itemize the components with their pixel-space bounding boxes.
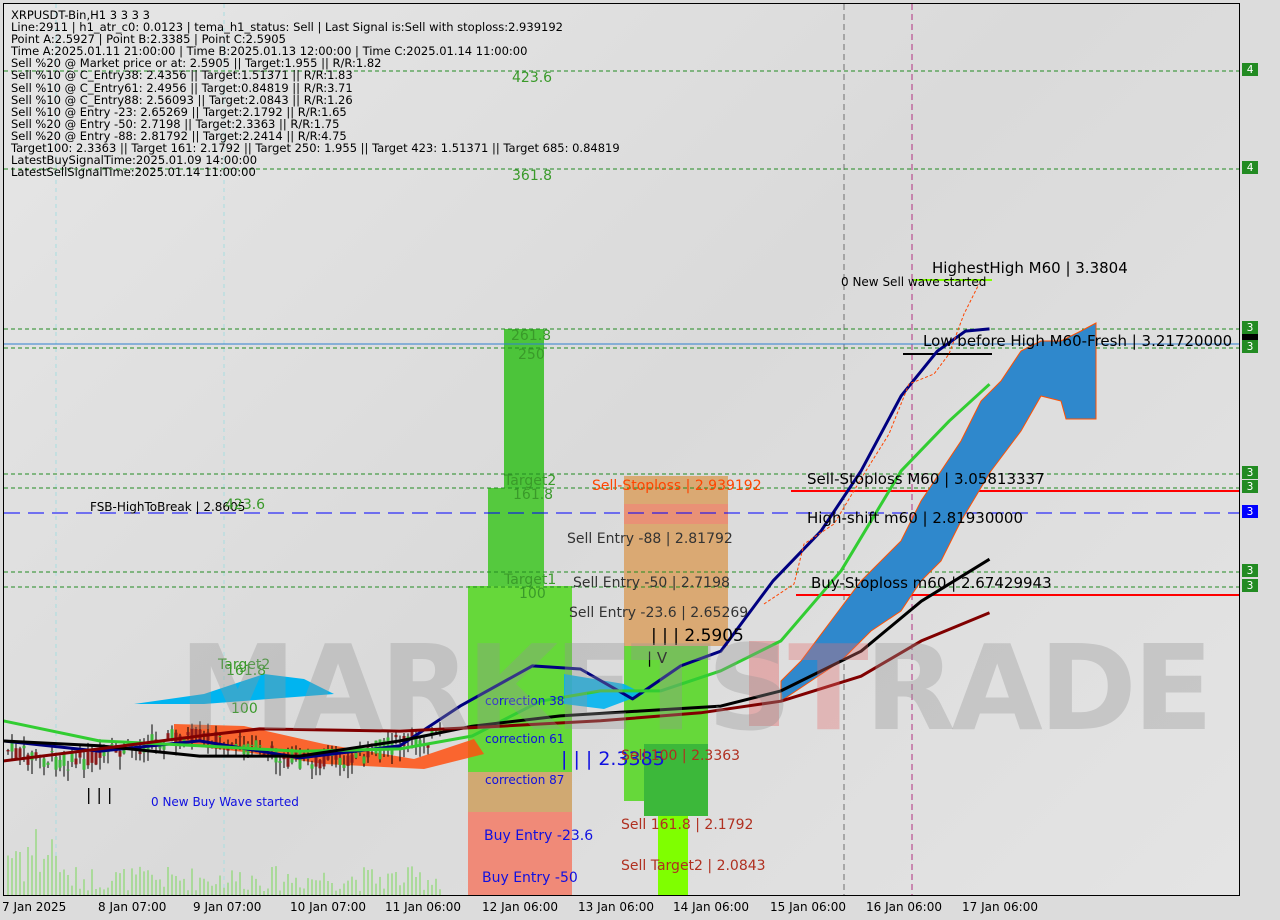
fib-label: 250 bbox=[518, 347, 545, 363]
high-shift-m60-label: High-shift m60 | 2.81930000 bbox=[807, 509, 1023, 527]
candle-body bbox=[278, 760, 282, 763]
candle-body bbox=[18, 748, 22, 758]
new-sell-wave-label: 0 New Sell wave started bbox=[841, 275, 987, 289]
candle-body bbox=[338, 757, 342, 765]
time-axis-label: 11 Jan 06:00 bbox=[385, 900, 461, 914]
time-axis-label: 10 Jan 07:00 bbox=[290, 900, 366, 914]
price-axis-label: 3 bbox=[1242, 480, 1258, 493]
sell-stoploss-m60-label: Sell-Stoploss M60 | 3.05813337 bbox=[807, 470, 1045, 488]
time-axis-label: 17 Jan 06:00 bbox=[962, 900, 1038, 914]
info-panel: XRPUSDT-Bin,H1 3 3 3 3 Line:2911 | h1_at… bbox=[11, 9, 620, 178]
candle-body bbox=[118, 750, 122, 757]
fib-label: Target1 bbox=[504, 572, 557, 588]
sell-entry-23-label: Sell Entry -23.6 | 2.65269 bbox=[569, 605, 749, 621]
sell-entry-50-label: Sell Entry -50 | 2.7198 bbox=[573, 575, 730, 591]
info-line: Sell %10 @ C_Entry88: 2.56093 || Target:… bbox=[11, 92, 353, 107]
buy-entry-23-label: Buy Entry -23.6 bbox=[484, 828, 594, 844]
candle-body bbox=[342, 764, 346, 768]
new-buy-wave-label: 0 New Buy Wave started bbox=[151, 795, 299, 809]
candle-body bbox=[322, 755, 326, 767]
time-axis-label: 8 Jan 07:00 bbox=[98, 900, 167, 914]
candle-body bbox=[58, 759, 62, 768]
fib-label: 161.8 bbox=[513, 487, 554, 503]
candle-body bbox=[86, 751, 90, 766]
info-line: Sell %10 @ C_Entry38: 2.4356 || Target:1… bbox=[11, 68, 353, 83]
candle-body bbox=[66, 769, 70, 771]
candle-body bbox=[310, 764, 314, 769]
wave-iii-label: | | | bbox=[86, 785, 113, 804]
candle-body bbox=[170, 729, 174, 739]
candle-body bbox=[150, 734, 154, 742]
candle-body bbox=[42, 758, 46, 767]
price-axis-label: 3 bbox=[1242, 466, 1258, 479]
candle-body bbox=[50, 751, 54, 753]
correction-87-label: correction 87 bbox=[485, 773, 565, 787]
time-axis-label: 7 Jan 2025 bbox=[2, 900, 67, 914]
candle-body bbox=[26, 754, 30, 765]
candle-body bbox=[62, 753, 66, 766]
buy-entry-50-label: Buy Entry -50 bbox=[482, 870, 578, 886]
price-axis-label: 3 bbox=[1242, 321, 1258, 334]
candle-body bbox=[14, 748, 18, 759]
price-axis-label: 4 bbox=[1242, 63, 1258, 76]
candle-body bbox=[46, 762, 50, 765]
time-axis-label: 13 Jan 06:00 bbox=[578, 900, 654, 914]
sell-entry-88-label: Sell Entry -88 | 2.81792 bbox=[567, 531, 733, 547]
fib-label: 261.8 bbox=[511, 328, 552, 344]
time-axis-label: 9 Jan 07:00 bbox=[193, 900, 262, 914]
candle-body bbox=[22, 745, 26, 749]
low-before-high-label: Low before High M60-Fresh | 3.21720000 bbox=[923, 332, 1233, 350]
candle-body bbox=[362, 756, 366, 764]
price-axis-label: 3 bbox=[1242, 505, 1258, 518]
sell-stoploss-label: Sell-Stoploss | 2.939192 bbox=[592, 478, 762, 494]
price-axis-label: 3 bbox=[1242, 340, 1258, 353]
candle-body bbox=[74, 758, 78, 765]
candle-body bbox=[314, 756, 318, 767]
fib-label: Target2 bbox=[504, 473, 557, 489]
price-chart[interactable]: MARKETSTRADE XRPUSDT-Bin,H1 3 3 3 3 Line… bbox=[3, 3, 1240, 896]
candle-body bbox=[6, 750, 10, 752]
candle-body bbox=[90, 751, 94, 763]
fsb-label: FSB-HighToBreak | 2.8605 bbox=[90, 500, 246, 514]
candle-body bbox=[54, 757, 58, 770]
highest-high-label: HighestHigh M60 | 3.3804 bbox=[932, 259, 1128, 277]
watermark-logo: MARKETSTRADE bbox=[179, 619, 1213, 757]
sell-entry-band bbox=[624, 504, 728, 524]
candle-body bbox=[82, 759, 86, 770]
fib-label: 100 bbox=[519, 586, 546, 602]
candle-body bbox=[318, 760, 322, 769]
fsb-fib-label: 423.6 bbox=[225, 497, 266, 513]
candle-body bbox=[346, 755, 350, 766]
candle-body bbox=[10, 742, 14, 752]
price-axis-label: 4 bbox=[1242, 161, 1258, 174]
buy-stoploss-m60-label: Buy-Stoploss m60 | 2.67429943 bbox=[811, 574, 1052, 592]
time-axis-label: 16 Jan 06:00 bbox=[866, 900, 942, 914]
info-line: Sell %10 @ C_Entry61: 2.4956 || Target:0… bbox=[11, 80, 353, 95]
time-axis-label: 14 Jan 06:00 bbox=[673, 900, 749, 914]
candle-body bbox=[94, 752, 98, 765]
price-axis-label: 3 bbox=[1242, 564, 1258, 577]
time-axis-label: 12 Jan 06:00 bbox=[482, 900, 558, 914]
info-line: LatestSellSignalTime:2025.01.14 11:00:00 bbox=[11, 165, 256, 180]
sell-target2-label: Sell Target2 | 2.0843 bbox=[621, 858, 766, 874]
time-axis-label: 15 Jan 06:00 bbox=[770, 900, 846, 914]
sell-161-label: Sell 161.8 | 2.1792 bbox=[621, 817, 754, 833]
price-axis-label: 3 bbox=[1242, 579, 1258, 592]
